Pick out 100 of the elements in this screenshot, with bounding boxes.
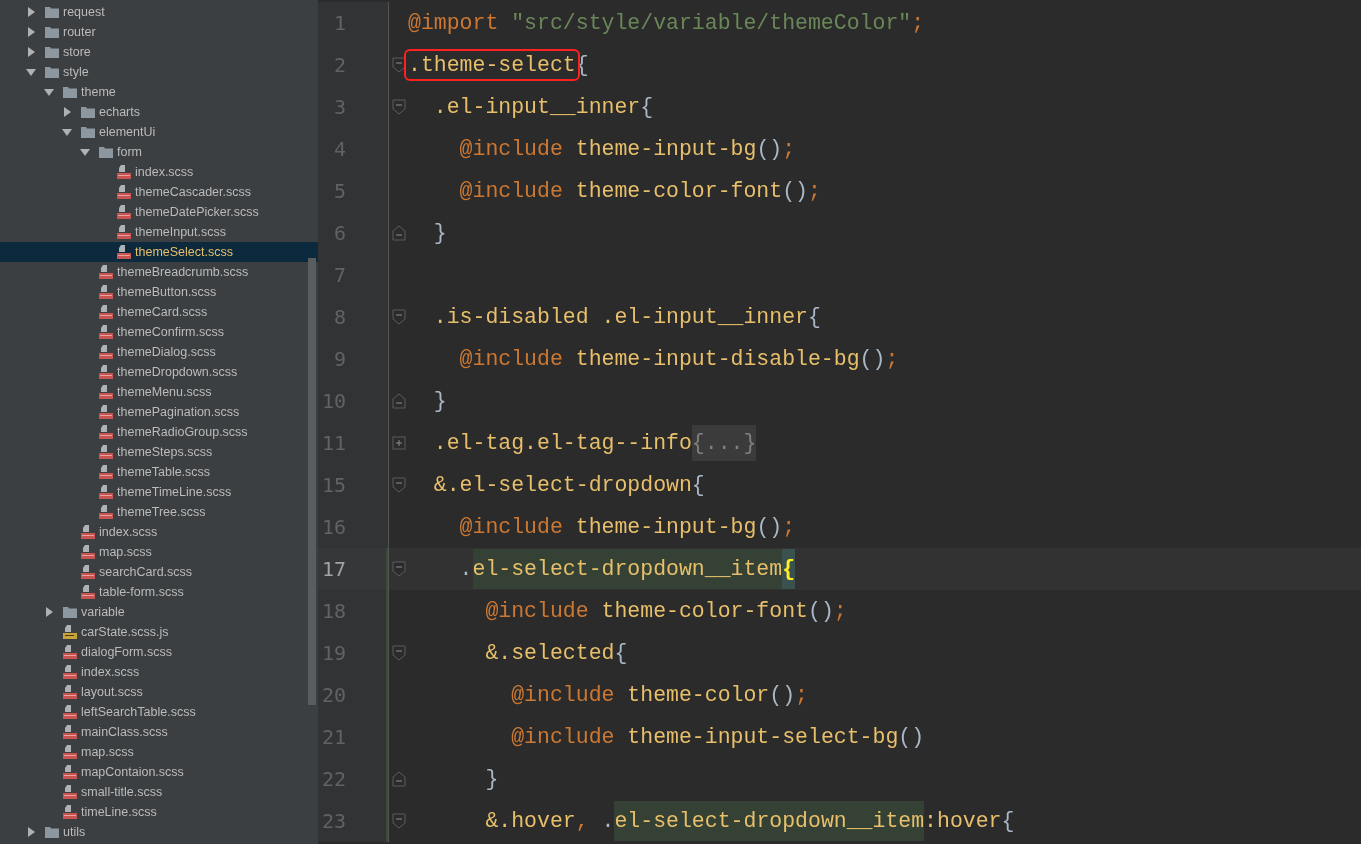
tree-item[interactable]: themeDialog.scss [0,342,318,362]
collapsed-arrow-icon[interactable] [26,827,36,837]
tree-item[interactable]: mapContaion.scss [0,762,318,782]
sass-file-icon [116,224,132,240]
fold-end-marker-icon[interactable] [391,225,406,241]
tree-item-label: themeRadioGroup.scss [117,425,248,439]
sass-file-icon [98,384,114,400]
sass-file-icon [62,704,78,720]
tree-item[interactable]: themeDatePicker.scss [0,202,318,222]
tree-item-label: themeSelect.scss [135,245,233,259]
tree-item[interactable]: elementUi [0,122,318,142]
tree-item[interactable]: theme [0,82,318,102]
fold-marker-icon[interactable] [391,309,406,325]
tree-item[interactable]: router [0,22,318,42]
fold-marker-icon[interactable] [391,99,406,115]
tree-item[interactable]: style [0,62,318,82]
tree-item[interactable]: utils [0,822,318,842]
tree-item[interactable]: themeBreadcrumb.scss [0,262,318,282]
tree-item[interactable]: themeTable.scss [0,462,318,482]
tree-item[interactable]: mainClass.scss [0,722,318,742]
tree-item[interactable]: themeTimeLine.scss [0,482,318,502]
tree-item-label: themeSteps.scss [117,445,213,459]
sass-file-icon [116,244,132,260]
tree-item[interactable]: themeRadioGroup.scss [0,422,318,442]
sass-file-icon [62,664,78,680]
code-line: .el-input__inner{ [432,95,654,119]
tree-item[interactable]: index.scss [0,162,318,182]
tree-item-label: index.scss [135,165,194,179]
collapsed-arrow-icon[interactable] [62,107,72,117]
tree-item[interactable]: index.scss [0,522,318,542]
sass-file-icon [80,564,96,580]
code-line: } [432,389,447,413]
tree-item[interactable]: themeSteps.scss [0,442,318,462]
fold-marker-icon[interactable] [391,57,406,73]
sass-file-icon [98,464,114,480]
tree-item-label: small-title.scss [81,785,163,799]
tree-item[interactable]: store [0,42,318,62]
tree-item[interactable]: table-form.scss [0,582,318,602]
sass-file-icon [80,584,96,600]
folder-icon [98,145,114,159]
tree-item[interactable]: themeTree.scss [0,502,318,522]
scrollbar-thumb[interactable] [308,258,316,705]
sass-file-icon [98,424,114,440]
fold-marker-icon[interactable] [391,477,406,493]
tree-item[interactable]: request [0,2,318,22]
code-line: &.selected{ [484,641,628,665]
tree-item[interactable]: leftSearchTable.scss [0,702,318,722]
sass-file-icon [116,164,132,180]
code-line: @include theme-input-disable-bg(); [458,347,899,371]
sass-file-icon [62,804,78,820]
tree-item[interactable]: small-title.scss [0,782,318,802]
tree-item-label: themeCard.scss [117,305,208,319]
fold-marker-icon[interactable] [391,561,406,577]
tree-item[interactable]: themeDropdown.scss [0,362,318,382]
tree-item[interactable]: layout.scss [0,682,318,702]
line-number: 17 [321,557,346,581]
tree-item-label: timeLine.scss [81,805,157,819]
collapsed-arrow-icon[interactable] [44,607,54,617]
tree-item[interactable]: dialogForm.scss [0,642,318,662]
tree-item-label: searchCard.scss [99,565,193,579]
tree-item-label: themePagination.scss [117,405,240,419]
tree-item[interactable]: themeConfirm.scss [0,322,318,342]
tree-item[interactable]: timeLine.scss [0,802,318,822]
tree-item[interactable]: searchCard.scss [0,562,318,582]
tree-item[interactable]: form [0,142,318,162]
tree-item[interactable]: themeMenu.scss [0,382,318,402]
tree-item[interactable]: themeCascader.scss [0,182,318,202]
expand-fold-icon[interactable] [391,436,406,450]
tree-item-label: form [117,145,142,159]
tree-item-label: router [63,25,96,39]
tree-item[interactable]: index.scss [0,662,318,682]
tree-item-label: mainClass.scss [81,725,168,739]
sass-file-icon [98,484,114,500]
sass-file-icon [62,764,78,780]
tree-item-label: index.scss [99,525,158,539]
sass-file-icon [98,324,114,340]
tree-item[interactable]: echarts [0,102,318,122]
fold-end-marker-icon[interactable] [391,393,406,409]
tree-item[interactable]: themeCard.scss [0,302,318,322]
folder-icon [80,125,96,139]
sass-file-icon [62,644,78,660]
folder-icon [44,45,60,59]
tree-item[interactable]: themeSelect.scss [0,242,318,262]
code-line: @include theme-input-select-bg() [510,725,925,749]
sass-file-icon [116,184,132,200]
code-line: @include theme-color(); [510,683,808,707]
tree-item[interactable]: map.scss [0,542,318,562]
code-line: } [484,767,499,791]
fold-marker-icon[interactable] [391,813,406,829]
tree-item[interactable]: map.scss [0,742,318,762]
tree-item[interactable]: variable [0,602,318,622]
tree-item[interactable]: carState.scss.js [0,622,318,642]
tree-item-label: request [63,5,105,19]
fold-end-marker-icon[interactable] [391,771,406,787]
tree-item[interactable]: themePagination.scss [0,402,318,422]
tree-item[interactable]: themeInput.scss [0,222,318,242]
tree-item[interactable]: themeButton.scss [0,282,318,302]
fold-marker-icon[interactable] [391,645,406,661]
tree-item-label: themeButton.scss [117,285,217,299]
tree-item-label: variable [81,605,125,619]
